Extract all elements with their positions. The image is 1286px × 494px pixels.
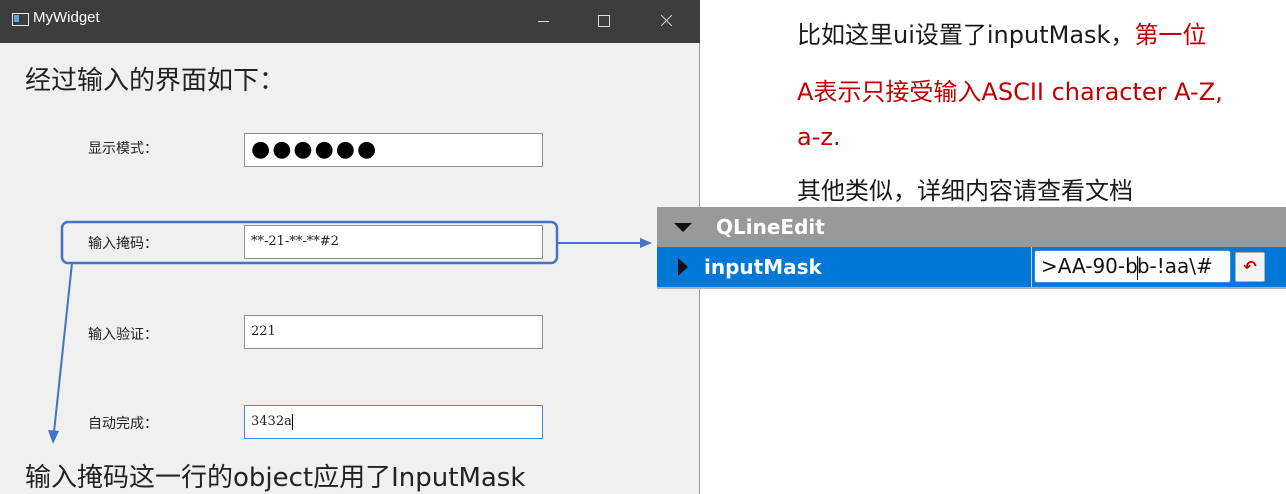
annotation-overlay	[48, 220, 652, 444]
arrowhead-right	[640, 238, 652, 248]
highlight-box	[60, 220, 559, 265]
annotation-arrow-down	[53, 262, 73, 433]
arrowhead-down	[48, 430, 59, 444]
